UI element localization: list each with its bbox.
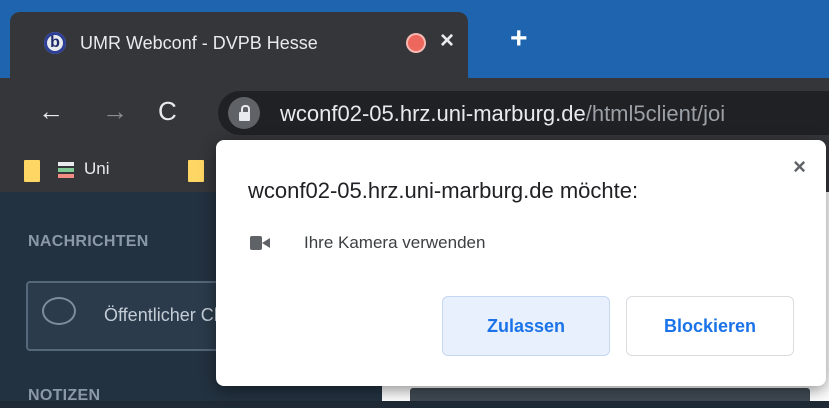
page-text-fragment: [410, 388, 810, 408]
tab-title-fade: [340, 26, 400, 62]
favicon-icon: b: [44, 32, 66, 54]
bookmark-folder-icon[interactable]: [24, 160, 40, 182]
back-button[interactable]: ←: [38, 96, 64, 126]
chat-bubble-icon: [42, 297, 76, 325]
bookmark-uni[interactable]: Uni: [84, 159, 110, 179]
address-bar[interactable]: wconf02-05.hrz.uni-marburg.de/html5clien…: [218, 91, 829, 135]
camera-body: [250, 236, 262, 250]
lock-icon[interactable]: [228, 97, 260, 129]
notes-heading: NOTIZEN: [28, 387, 101, 404]
recording-indicator-icon: [408, 35, 424, 51]
popup-close-button[interactable]: ×: [793, 154, 806, 180]
url-path: /html5client/joi: [585, 101, 726, 126]
url-text[interactable]: wconf02-05.hrz.uni-marburg.de/html5clien…: [280, 101, 725, 127]
bookmark-folder-icon[interactable]: [188, 160, 204, 182]
books-icon: [58, 162, 74, 178]
permission-popup: × wconf02-05.hrz.uni-marburg.de möchte: …: [216, 140, 826, 386]
popup-origin-text: wconf02-05.hrz.uni-marburg.de möchte:: [248, 178, 639, 203]
lock-body: [239, 112, 250, 121]
url-host: wconf02-05.hrz.uni-marburg.de: [280, 101, 586, 126]
reload-button[interactable]: C: [158, 96, 177, 126]
browser-toolbar: ← → C wconf02-05.hrz.uni-marburg.de/html…: [0, 78, 829, 144]
camera-lens: [262, 238, 270, 248]
messages-heading: NACHRICHTEN: [28, 233, 149, 250]
forward-button[interactable]: →: [102, 96, 128, 126]
permission-text: Ihre Kamera verwenden: [304, 233, 486, 252]
browser-tab[interactable]: b UMR Webconf - DVPB Hesse ×: [10, 12, 468, 78]
block-button[interactable]: Blockieren: [626, 296, 794, 356]
tab-close-button[interactable]: ×: [440, 27, 454, 55]
tab-strip: b UMR Webconf - DVPB Hesse × +: [0, 0, 829, 78]
camera-icon: [250, 236, 270, 250]
new-tab-button[interactable]: +: [510, 24, 528, 54]
allow-button[interactable]: Zulassen: [442, 296, 610, 356]
